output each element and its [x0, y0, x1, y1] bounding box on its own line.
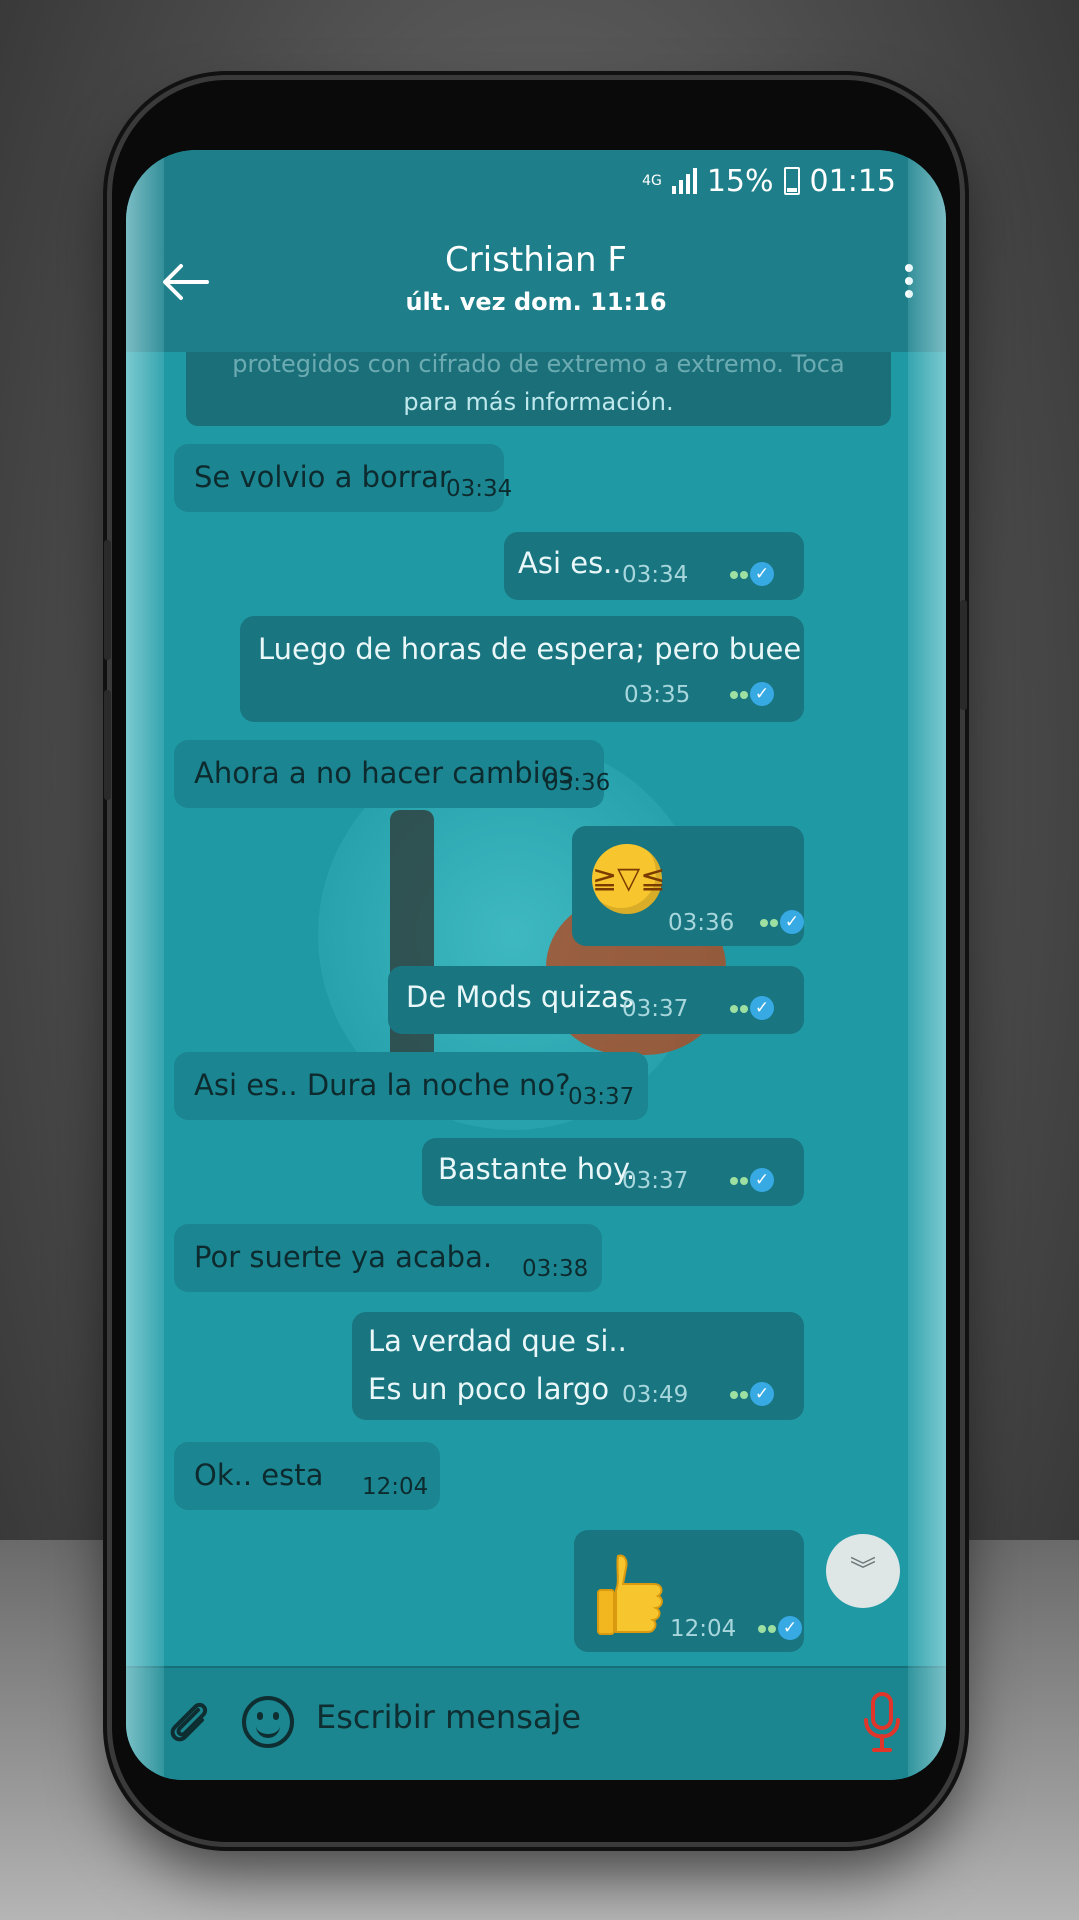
- volume-button: [104, 540, 111, 660]
- power-button: [960, 600, 967, 710]
- message-bubble[interactable]: La verdad que si.. Es un poco largo 03:4…: [352, 1312, 804, 1420]
- last-seen: últ. vez dom. 11:16: [405, 288, 667, 316]
- thumbs-up-emoji-icon: [597, 1554, 663, 1635]
- message-bubble[interactable]: De Mods quizas 03:37 ✓: [388, 966, 804, 1034]
- read-receipt-icon: ✓: [730, 1382, 774, 1406]
- message-bubble[interactable]: 12:04 ✓: [574, 1530, 804, 1652]
- network-type: 4G: [642, 172, 662, 189]
- battery-percent: 15%: [706, 163, 774, 199]
- battery-icon: [783, 167, 800, 195]
- signal-icon: [671, 168, 697, 194]
- message-bubble[interactable]: Se volvio a borrar 03:34: [174, 444, 512, 512]
- attach-icon[interactable]: [164, 1696, 212, 1744]
- status-bar: 4G 15% 01:15: [126, 150, 946, 212]
- read-receipt-icon: ✓: [760, 910, 804, 934]
- read-receipt-icon: ✓: [730, 562, 774, 586]
- phone-screen: 4G 15% 01:15 Cristhian F últ. vez dom. 1…: [126, 150, 946, 1780]
- read-receipt-icon: ✓: [730, 682, 774, 706]
- message-bubble[interactable]: Ok.. esta 12:04: [174, 1442, 440, 1510]
- message-bubble[interactable]: Luego de horas de espera; pero buee 03:3…: [240, 616, 804, 722]
- emoji-icon[interactable]: [242, 1696, 294, 1748]
- bixby-button: [104, 690, 111, 800]
- curved-edge-left: [126, 150, 164, 1780]
- contact-name[interactable]: Cristhian F: [126, 240, 946, 280]
- message-bubble[interactable]: Asi es.. Dura la noche no? 03:37: [174, 1052, 648, 1120]
- message-bubble[interactable]: Ahora a no hacer cambios 03:36: [174, 740, 610, 808]
- read-receipt-icon: ✓: [730, 996, 774, 1020]
- scroll-to-bottom-button[interactable]: ︾: [826, 1534, 900, 1608]
- curved-edge-right: [908, 150, 946, 1780]
- microphone-icon[interactable]: [862, 1690, 902, 1754]
- message-bubble[interactable]: Por suerte ya acaba. 03:38: [174, 1224, 602, 1292]
- laughing-emoji-icon: ≧▽≦: [592, 844, 665, 914]
- chat-header: Cristhian F últ. vez dom. 11:16: [126, 212, 946, 352]
- clock: 01:15: [809, 163, 896, 199]
- read-receipt-icon: ✓: [730, 1168, 774, 1192]
- message-bubble[interactable]: Bastante hoy. 03:37 ✓: [422, 1138, 804, 1206]
- message-input[interactable]: Escribir mensaje: [316, 1698, 581, 1736]
- message-input-bar: Escribir mensaje: [126, 1666, 946, 1780]
- read-receipt-icon: ✓: [758, 1616, 802, 1640]
- message-bubble[interactable]: ≧▽≦ 03:36 ✓: [572, 826, 804, 946]
- message-bubble[interactable]: Asi es.. 03:34 ✓: [504, 532, 804, 600]
